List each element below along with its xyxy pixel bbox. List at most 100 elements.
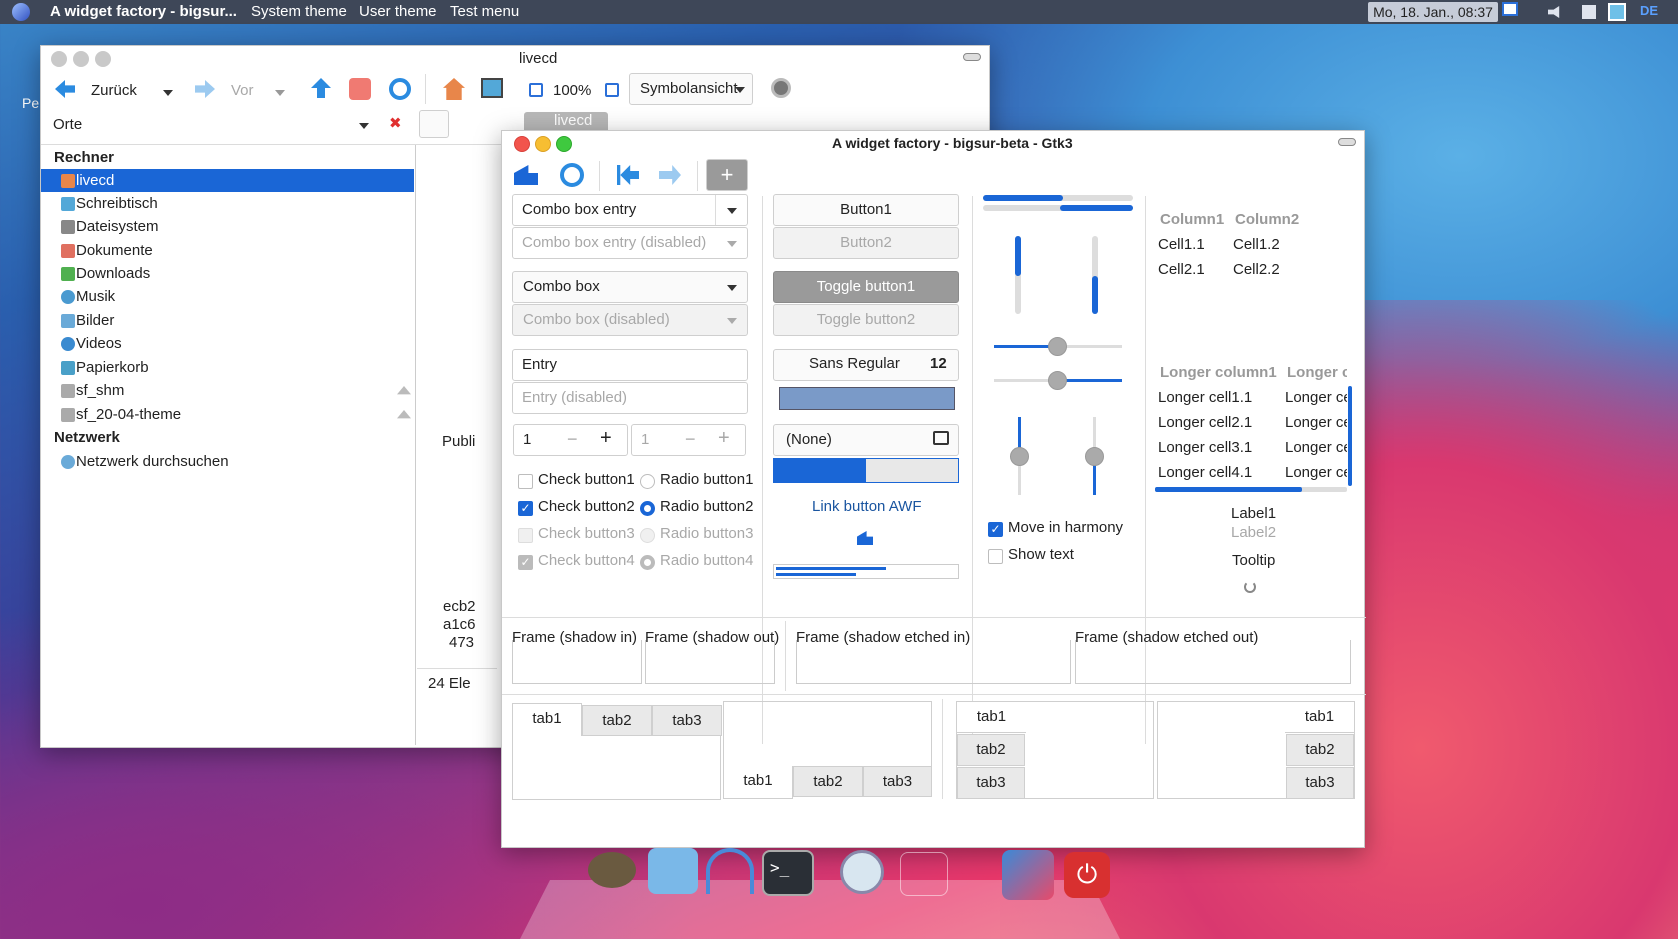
scale-handle[interactable] [1010,447,1029,466]
sidebar-item-livecd[interactable]: livecd [76,172,114,189]
menu-user-theme[interactable]: User theme [359,3,437,20]
sidebar-item-documents[interactable]: Dokumente [76,242,153,259]
forward-button[interactable]: Vor [231,82,254,99]
move-in-harmony-check[interactable]: ✓ [988,522,1003,537]
open-icon[interactable] [514,165,538,185]
check-button2[interactable]: ✓ [518,501,533,516]
desktop-icon-label[interactable]: Pe [22,95,39,111]
chevron-down-icon[interactable] [359,123,369,129]
volume-icon[interactable] [1548,6,1560,18]
tree-cell[interactable]: Longer cell2.1 [1158,414,1252,431]
back-arrow-icon[interactable] [55,80,75,98]
tab-2[interactable]: tab2 [957,734,1025,766]
tree-cell[interactable]: Longer ce [1285,464,1347,481]
sidebar-item-network[interactable]: Netzwerk durchsuchen [76,453,229,470]
tree-cell[interactable]: Cell2.2 [1233,261,1280,278]
back-button[interactable]: Zurück [91,82,137,99]
tab-1[interactable]: tab1 [1285,701,1355,733]
tab-3[interactable]: tab3 [652,705,722,736]
gimp-icon[interactable] [588,852,636,888]
maximize-button[interactable] [95,51,111,67]
sidebar-item-pictures[interactable]: Bilder [76,312,114,329]
tree-cell[interactable]: Longer cell1.1 [1158,389,1252,406]
places-label[interactable]: Orte [53,116,82,133]
chevron-down-icon[interactable] [727,285,737,291]
tree-header-col2[interactable]: Column2 [1235,211,1299,228]
app-menu-icon[interactable] [12,3,30,21]
computer-icon[interactable] [481,78,503,98]
go-first-icon[interactable] [617,165,639,185]
sidebar-item-videos[interactable]: Videos [76,335,122,352]
button1[interactable]: Button1 [773,194,959,226]
check-label1[interactable]: Check button1 [538,471,635,488]
tree-header-col1[interactable]: Column1 [1160,211,1224,228]
show-text-check[interactable] [988,549,1003,564]
chevron-down-icon[interactable] [275,90,285,96]
scrollbar-vertical[interactable] [1348,386,1352,486]
sidebar-item-desktop[interactable]: Schreibtisch [76,195,158,212]
home-icon[interactable] [443,78,465,100]
file-label[interactable]: 473 [449,634,474,651]
plus-icon[interactable]: + [600,427,612,450]
link-button[interactable]: Link button AWF [812,498,922,515]
tab-1[interactable]: tab1 [723,766,793,799]
zoom-out-icon[interactable] [529,83,543,97]
combo-entry[interactable]: Combo box entry [512,194,748,226]
scale-handle[interactable] [1048,337,1067,356]
entry[interactable]: Entry [512,349,748,381]
terminal-icon[interactable]: >_ [762,850,814,896]
sidebar-item-trash[interactable]: Papierkorb [76,359,149,376]
chevron-down-icon[interactable] [735,87,745,93]
keyboard-layout[interactable]: DE [1640,3,1658,18]
windows-icon[interactable] [1582,5,1596,19]
settings-icon[interactable] [648,848,698,894]
scale-handle[interactable] [1048,371,1067,390]
tree-cell[interactable]: Longer ce [1285,389,1347,406]
minimize-button[interactable] [535,136,551,152]
minus-icon[interactable]: − [567,429,578,450]
tab-3[interactable]: tab3 [1286,767,1354,799]
tree-cell[interactable]: Cell1.1 [1158,236,1205,253]
compass-icon[interactable] [771,78,791,98]
shade-icon[interactable] [1338,138,1356,146]
shade-icon[interactable] [963,53,981,61]
document-open-icon[interactable] [933,431,949,445]
file-label[interactable]: a1c6 [443,616,476,633]
close-sidebar-icon[interactable]: ✖ [389,114,402,132]
chevron-down-icon[interactable] [163,90,173,96]
network-icon[interactable] [1502,2,1518,16]
file-label[interactable]: Publi [442,433,475,450]
tab-2[interactable]: tab2 [582,705,652,736]
check-button1[interactable] [518,474,533,489]
tree-header-col1[interactable]: Longer column1 [1160,364,1277,381]
file-label[interactable]: ecb2 [443,598,476,615]
radio-button2[interactable] [640,501,655,516]
show-text-label[interactable]: Show text [1008,546,1074,563]
check-label2[interactable]: Check button2 [538,498,635,515]
clock[interactable]: Mo, 18. Jan., 08:37 [1368,2,1498,22]
file-chooser[interactable]: (None) [773,424,959,456]
stop-icon[interactable] [349,78,371,100]
tree-cell[interactable]: Longer ce [1285,439,1347,456]
radio-label1[interactable]: Radio button1 [660,471,753,488]
combo-box[interactable]: Combo box [512,271,748,303]
chevron-down-icon[interactable] [727,208,737,214]
tree-cell[interactable]: Longer cell3.1 [1158,439,1252,456]
sidebar-item-sf-theme[interactable]: sf_20-04-theme [76,406,181,423]
radio-label2[interactable]: Radio button2 [660,498,753,515]
workspaces-icon[interactable] [1002,850,1054,900]
close-button[interactable] [514,136,530,152]
menu-system-theme[interactable]: System theme [251,3,347,20]
edit-icon[interactable] [419,110,449,138]
up-arrow-icon[interactable] [311,78,331,98]
toggle-button1[interactable]: Toggle button1 [773,271,959,303]
close-button[interactable] [51,51,67,67]
reload-icon[interactable] [389,78,411,100]
tab-2[interactable]: tab2 [793,766,863,797]
radio-button1[interactable] [640,474,655,489]
tree-header-col2[interactable]: Longer c [1287,364,1347,381]
inkscape-icon[interactable] [706,848,754,894]
tree-cell[interactable]: Cell1.2 [1233,236,1280,253]
tree-cell[interactable]: Longer ce [1285,414,1347,431]
screen-icon[interactable] [1608,3,1626,21]
